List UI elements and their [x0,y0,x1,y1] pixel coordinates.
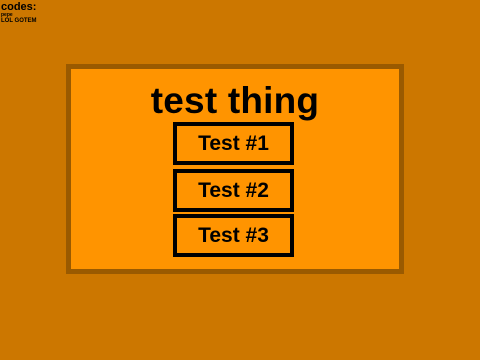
menu-panel: test thing Test #1 Test #2 Test #3 [66,64,404,274]
menu-title: test thing [150,80,320,121]
codes-list: codes: pepe LOL GOTEM [1,2,37,25]
test-3-button[interactable]: Test #3 [173,214,294,257]
code-item: LOL GOTEM [1,18,37,24]
test-2-button[interactable]: Test #2 [173,169,294,212]
test-1-button[interactable]: Test #1 [173,122,294,165]
